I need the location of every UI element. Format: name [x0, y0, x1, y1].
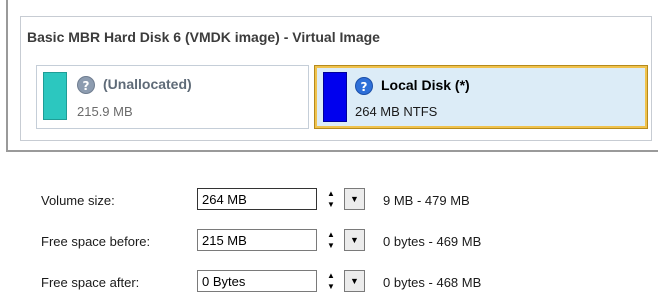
partition-name: Local Disk (*): [381, 77, 470, 93]
partition-size: 215.9 MB: [77, 104, 133, 119]
partition-unallocated[interactable]: ? (Unallocated) 215.9 MB: [36, 65, 309, 129]
free-space-after-label: Free space after:: [41, 275, 140, 290]
spin-down-icon[interactable]: ▼: [320, 199, 342, 210]
partition-name: (Unallocated): [103, 76, 192, 92]
free-space-before-range: 0 bytes - 469 MB: [383, 234, 482, 249]
free-space-after-unit-dropdown[interactable]: ▼: [344, 270, 365, 292]
free-space-after-row: Free space after: ▲ ▼ ▼ 0 bytes - 468 MB: [0, 270, 664, 296]
chevron-down-icon: ▼: [350, 235, 359, 245]
free-space-after-input[interactable]: [197, 270, 317, 292]
disk-title: Basic MBR Hard Disk 6 (VMDK image) - Vir…: [27, 29, 380, 45]
partition-color-bar: [43, 72, 67, 120]
partition-size: 264 MB NTFS: [355, 104, 438, 119]
free-space-before-input[interactable]: [197, 229, 317, 251]
spin-up-icon[interactable]: ▲: [320, 270, 342, 281]
volume-size-label: Volume size:: [41, 193, 115, 208]
free-space-before-unit-dropdown[interactable]: ▼: [344, 229, 365, 251]
spin-up-icon[interactable]: ▲: [320, 188, 342, 199]
volume-size-input[interactable]: [197, 188, 317, 210]
chevron-down-icon: ▼: [350, 194, 359, 204]
spin-down-icon[interactable]: ▼: [320, 281, 342, 292]
spin-up-icon[interactable]: ▲: [320, 229, 342, 240]
free-space-after-range: 0 bytes - 468 MB: [383, 275, 482, 290]
question-icon: ?: [77, 76, 95, 94]
volume-size-spinner[interactable]: ▲ ▼: [320, 188, 342, 210]
question-icon: ?: [355, 77, 373, 95]
free-space-after-spinner[interactable]: ▲ ▼: [320, 270, 342, 292]
partition-color-bar: [323, 72, 347, 122]
volume-size-unit-dropdown[interactable]: ▼: [344, 188, 365, 210]
volume-size-range: 9 MB - 479 MB: [383, 193, 470, 208]
volume-size-row: Volume size: ▲ ▼ ▼ 9 MB - 479 MB: [0, 188, 664, 214]
chevron-down-icon: ▼: [350, 276, 359, 286]
disk-map: Basic MBR Hard Disk 6 (VMDK image) - Vir…: [20, 16, 652, 141]
disk-map-panel: Basic MBR Hard Disk 6 (VMDK image) - Vir…: [6, 0, 658, 152]
spin-down-icon[interactable]: ▼: [320, 240, 342, 251]
free-space-before-label: Free space before:: [41, 234, 151, 249]
free-space-before-spinner[interactable]: ▲ ▼: [320, 229, 342, 251]
free-space-before-row: Free space before: ▲ ▼ ▼ 0 bytes - 469 M…: [0, 229, 664, 255]
partition-local-disk[interactable]: ? Local Disk (*) 264 MB NTFS: [314, 65, 648, 129]
